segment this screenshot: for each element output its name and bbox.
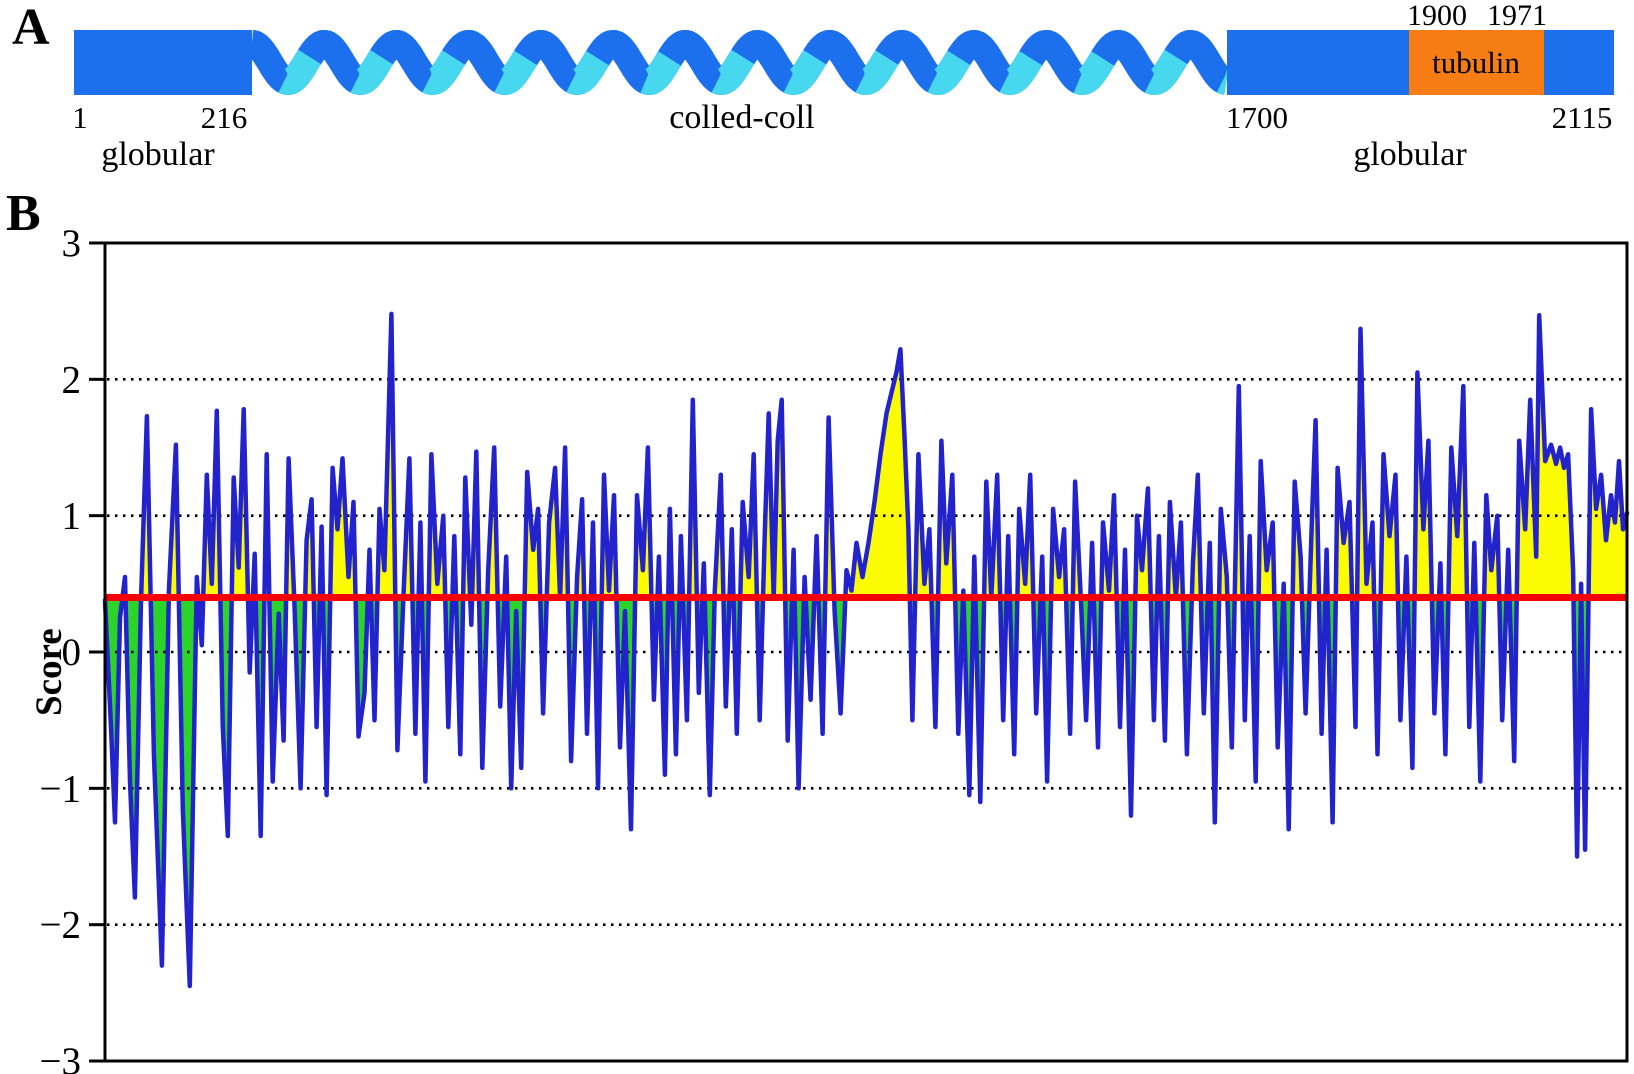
- globular-left-domain-box: [74, 30, 252, 95]
- tubulin-start-position: 1900: [1407, 1, 1467, 31]
- y-tick-label-2: 2: [62, 358, 82, 401]
- y-axis-title: Score: [28, 628, 71, 716]
- coiled-coil-helix-graphic: [252, 44, 1226, 82]
- score-curve: [105, 314, 1627, 986]
- globular-right-start-position: 1700: [1226, 102, 1288, 133]
- score-plot-graphic: 3210−1−2−3: [40, 222, 1628, 1074]
- globular-right-label: globular: [1353, 138, 1466, 172]
- y-tick-label--2: −2: [40, 904, 82, 947]
- globular-left-label: globular: [101, 138, 214, 172]
- y-tick-label--1: −1: [40, 767, 82, 810]
- tubulin-domain-label: tubulin: [1432, 47, 1520, 78]
- coiled-coil-label: colled-coll: [669, 101, 814, 135]
- sequence-start-position: 1: [72, 102, 88, 133]
- tubulin-end-position: 1971: [1487, 1, 1547, 31]
- y-tick-label-3: 3: [62, 222, 82, 265]
- globular-left-end-position: 216: [201, 102, 248, 133]
- figure-canvas: 3210−1−2−3 A 1900 1971 tubulin 1 216 col…: [0, 0, 1634, 1074]
- y-tick-label--3: −3: [40, 1040, 82, 1074]
- panel-b-label: B: [6, 188, 41, 240]
- panel-a-label: A: [12, 2, 50, 54]
- sequence-end-position: 2115: [1552, 102, 1613, 133]
- y-tick-label-1: 1: [62, 495, 82, 538]
